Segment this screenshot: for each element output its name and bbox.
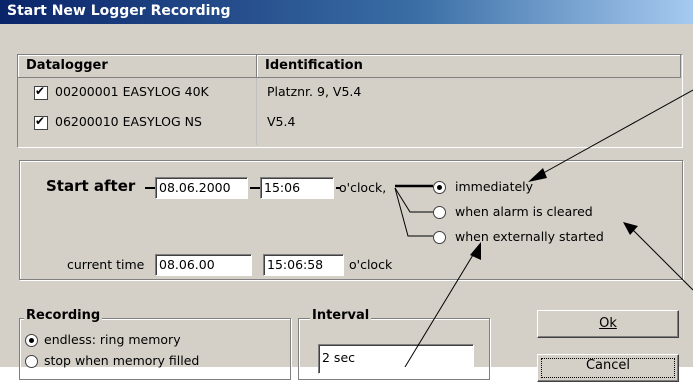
- arrow-line-external: [404, 249, 477, 367]
- dialog-window: Start New Logger Recording Datalogger Id…: [0, 0, 693, 382]
- arrow-line-immediately: [537, 89, 693, 177]
- arrow-head-immediately: [528, 168, 547, 182]
- arrow-line-alarm: [631, 228, 693, 291]
- annotation-overlay: [145, 89, 693, 367]
